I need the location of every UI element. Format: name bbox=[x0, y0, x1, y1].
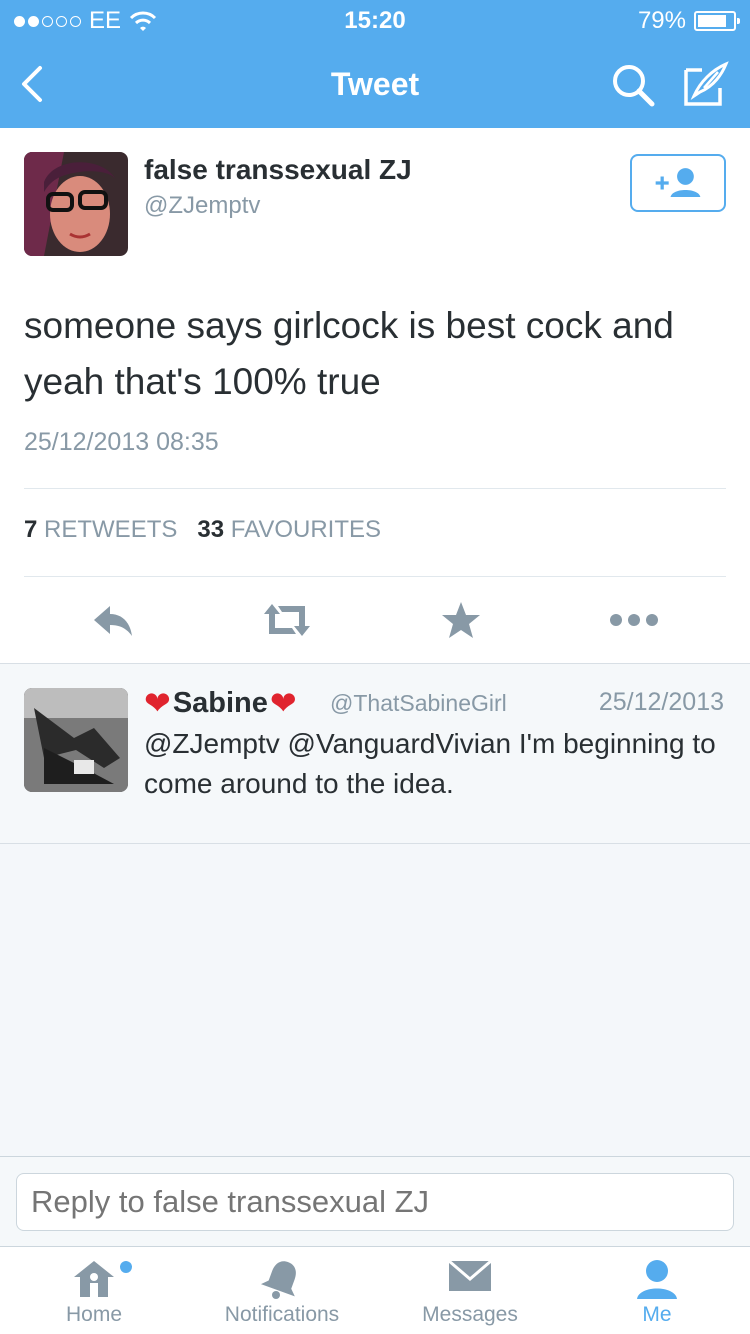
tab-messages-label: Messages bbox=[422, 1303, 518, 1326]
follow-button[interactable] bbox=[630, 154, 726, 212]
tweet-stats: 7 RETWEETS 33 FAVOURITES bbox=[24, 516, 381, 544]
search-icon[interactable] bbox=[610, 62, 656, 108]
compose-tweet-icon[interactable] bbox=[682, 60, 730, 108]
reply-author-name[interactable]: ❤ Sabine ❤ bbox=[144, 684, 297, 722]
bell-icon bbox=[260, 1261, 296, 1299]
tab-messages[interactable]: Messages bbox=[376, 1247, 564, 1334]
status-bar: EE 15:20 79% bbox=[0, 0, 750, 40]
tweet-text: someone says girlcock is best cock and y… bbox=[24, 305, 674, 402]
reply-compose-bar bbox=[0, 1156, 750, 1246]
tab-notifications-label: Notifications bbox=[224, 1303, 340, 1326]
tweet-detail: false transsexual ZJ @ZJemptv someone sa… bbox=[0, 128, 750, 664]
author-name[interactable]: false transsexual ZJ bbox=[144, 154, 412, 186]
battery-percent: 79% bbox=[637, 7, 686, 34]
favourites-label[interactable]: FAVOURITES bbox=[231, 516, 381, 543]
favourites-count[interactable]: 33 bbox=[197, 516, 224, 543]
tab-me-label: Me bbox=[642, 1303, 672, 1326]
battery-icon bbox=[694, 11, 740, 31]
reply-author-handle[interactable]: @ThatSabineGirl bbox=[330, 690, 507, 717]
person-icon bbox=[637, 1260, 677, 1299]
reply-input[interactable] bbox=[16, 1173, 734, 1231]
divider bbox=[24, 576, 726, 577]
tab-home-label: Home bbox=[65, 1303, 123, 1326]
author-handle[interactable]: @ZJemptv bbox=[144, 192, 260, 220]
envelope-icon bbox=[448, 1259, 492, 1291]
tweet-timestamp: 25/12/2013 08:35 bbox=[24, 428, 219, 456]
reply-timestamp: 25/12/2013 bbox=[598, 688, 724, 716]
tab-bar: Home Notifications Messages Me bbox=[0, 1246, 750, 1334]
reply-author-name-text: Sabine bbox=[172, 686, 268, 719]
home-icon bbox=[74, 1261, 114, 1297]
header-bar: EE 15:20 79% Tweet bbox=[0, 0, 750, 128]
tab-me[interactable]: Me bbox=[564, 1247, 750, 1334]
reply-tweet[interactable]: ❤ Sabine ❤ @ThatSabineGirl 25/12/2013 @Z… bbox=[0, 664, 750, 844]
heart-emoji: ❤ bbox=[144, 685, 171, 721]
reply-text: @ZJemptv @VanguardVivian I'm beginning t… bbox=[144, 728, 716, 799]
tab-home[interactable]: Home bbox=[0, 1247, 188, 1334]
tab-notifications[interactable]: Notifications bbox=[188, 1247, 376, 1334]
divider bbox=[24, 488, 726, 489]
more-options-icon[interactable] bbox=[608, 600, 660, 640]
retweet-icon[interactable] bbox=[260, 600, 314, 640]
author-avatar[interactable] bbox=[24, 152, 128, 256]
favourite-star-icon[interactable] bbox=[440, 600, 482, 640]
reply-author-avatar[interactable] bbox=[24, 688, 128, 792]
unread-dot bbox=[120, 1261, 132, 1273]
heart-emoji: ❤ bbox=[269, 685, 297, 721]
retweets-label[interactable]: RETWEETS bbox=[44, 516, 177, 543]
retweets-count[interactable]: 7 bbox=[24, 516, 37, 543]
reply-icon[interactable] bbox=[90, 600, 136, 640]
